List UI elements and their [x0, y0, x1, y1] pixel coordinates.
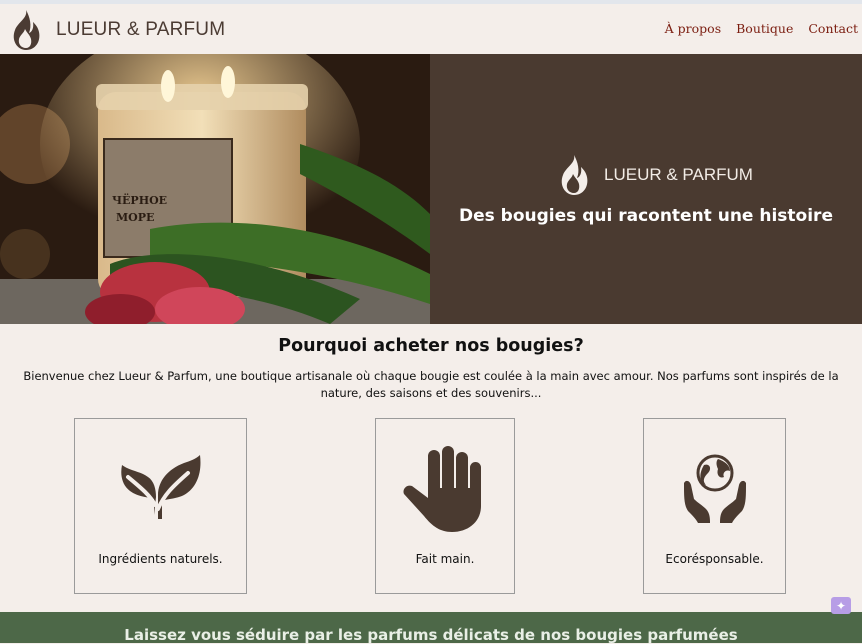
feature-card-eco: Ecorésponsable.	[643, 418, 786, 594]
hero-tagline: Des bougies qui racontent une histoire	[459, 206, 833, 226]
jar-label-line-1: ЧЁРНОЕ	[112, 193, 167, 207]
main-nav: À propos Boutique Contact	[665, 21, 858, 36]
brand-name: LUEUR & PARFUM	[56, 19, 226, 40]
sparkle-icon: ✦	[835, 598, 847, 613]
footer-banner-text: Laissez vous séduire par les parfums dél…	[124, 626, 738, 644]
earth-hands-icon	[683, 454, 746, 523]
chat-widget-button[interactable]: ✦	[831, 597, 851, 614]
hero-section: ЧЁРНОЕ МОРЕ LUEUR & PARFUM Des bougies q…	[0, 54, 862, 324]
site-logo[interactable]: LUEUR & PARFUM	[6, 8, 225, 52]
hand-icon	[403, 446, 481, 532]
nav-link-a-propos[interactable]: À propos	[665, 21, 721, 36]
hero-logo: LUEUR & PARFUM	[554, 152, 753, 198]
candle-illustration: ЧЁРНОЕ МОРЕ	[0, 54, 430, 324]
nav-link-boutique[interactable]: Boutique	[736, 21, 793, 36]
feature-label-handmade: Fait main.	[415, 552, 475, 566]
footer-banner: Laissez vous séduire par les parfums dél…	[0, 612, 862, 644]
hero-candle-photo: ЧЁРНОЕ МОРЕ	[0, 54, 430, 324]
leaf-icon	[120, 455, 200, 519]
feature-card-natural: Ingrédients naturels.	[74, 418, 247, 594]
why-title: Pourquoi acheter nos bougies?	[278, 336, 584, 356]
hero-brand-panel: LUEUR & PARFUM Des bougies qui racontent…	[430, 54, 862, 324]
jar-label-line-2: МОРЕ	[116, 211, 154, 224]
why-intro-text: Bienvenue chez Lueur & Parfum, une bouti…	[23, 369, 839, 400]
site-header: LUEUR & PARFUM À propos Boutique Contact	[0, 4, 862, 54]
flame-logo-icon	[13, 10, 40, 50]
feature-label-natural: Ingrédients naturels.	[98, 552, 223, 566]
feature-label-eco: Ecorésponsable.	[665, 552, 764, 566]
hero-brand-name: LUEUR & PARFUM	[604, 165, 753, 184]
feature-card-handmade: Fait main.	[375, 418, 515, 594]
flame-logo-icon	[561, 155, 588, 195]
nav-link-contact[interactable]: Contact	[808, 21, 858, 36]
